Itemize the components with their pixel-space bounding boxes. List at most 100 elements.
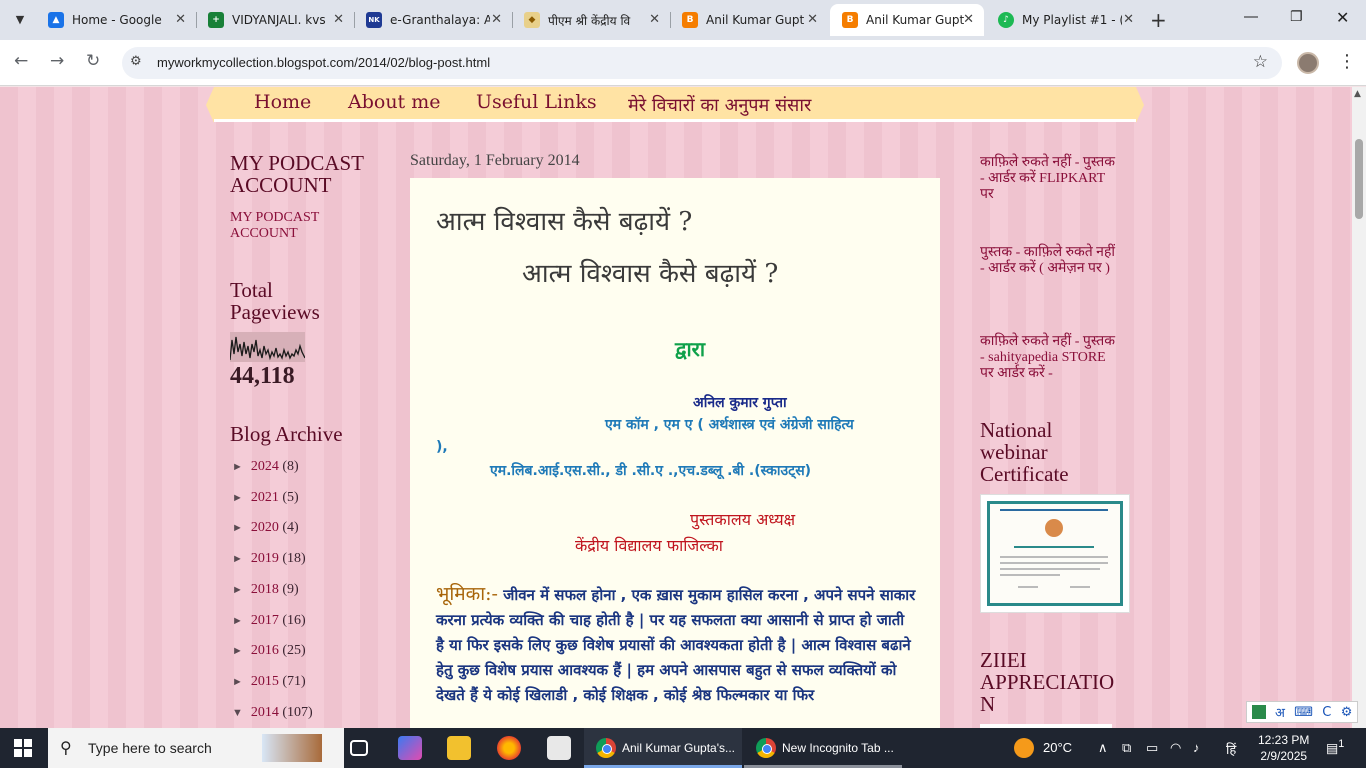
minimize-button[interactable]: ― (1244, 9, 1258, 25)
tab-pm-shri[interactable]: ◆ पीएम श्री केंद्रीय वि ✕ (512, 4, 670, 36)
task-view-icon[interactable] (350, 740, 368, 756)
windows-start-icon[interactable] (14, 739, 32, 757)
page-scrollbar[interactable]: ▲ (1352, 87, 1366, 728)
certificate-image[interactable] (980, 494, 1130, 613)
archive-item[interactable]: ► 2020 (4) (232, 520, 299, 536)
archive-item[interactable]: ► 2018 (9) (232, 582, 299, 598)
url-text[interactable]: myworkmycollection.blogspot.com/2014/02/… (157, 55, 490, 70)
nav-about-link[interactable]: About me (348, 91, 441, 113)
close-window-button[interactable]: ✕ (1336, 8, 1349, 27)
language-indicator[interactable]: हिं (1226, 740, 1236, 758)
archive-year-link[interactable]: 2019 (251, 551, 279, 566)
archive-year-link[interactable]: 2020 (251, 520, 279, 535)
sheets-icon: + (208, 12, 224, 28)
archive-year-link[interactable]: 2021 (251, 490, 279, 505)
close-icon[interactable]: ✕ (491, 12, 502, 27)
weather-icon[interactable] (1014, 738, 1034, 758)
new-tab-button[interactable]: + (1150, 8, 1167, 32)
flipkart-link[interactable]: काफ़िले रुकते नहीं - पुस्तक - आर्डर करें… (980, 155, 1120, 203)
volume-icon[interactable]: ♪ (1193, 740, 1200, 755)
archive-item[interactable]: ► 2021 (5) (232, 490, 299, 506)
ime-script[interactable]: अ (1275, 703, 1285, 721)
battery-icon[interactable]: ▭ (1146, 740, 1158, 756)
site-info-icon[interactable]: ⚙ (130, 54, 142, 69)
ime-toolbar[interactable]: अ ⌨ C ⚙ (1246, 701, 1358, 723)
close-icon[interactable]: ✕ (807, 12, 818, 27)
bookmark-star-icon[interactable]: ☆ (1253, 52, 1268, 72)
archive-item[interactable]: ► 2016 (25) (232, 643, 306, 659)
toggle-arrow-icon[interactable]: ► (232, 522, 243, 534)
amazon-link[interactable]: पुस्तक - काफ़िले रुकते नहीं - आर्डर करें… (980, 245, 1120, 277)
search-placeholder[interactable]: Type here to search (88, 740, 212, 756)
close-icon[interactable]: ✕ (1123, 12, 1134, 27)
weather-temp[interactable]: 20°C (1043, 740, 1072, 755)
ime-logo-icon (1251, 705, 1266, 719)
toggle-arrow-icon[interactable]: ► (232, 676, 243, 688)
archive-year-link[interactable]: 2015 (251, 674, 279, 689)
scroll-thumb[interactable] (1355, 139, 1363, 219)
meet-icon[interactable]: ⧉ (1122, 740, 1131, 756)
profile-avatar[interactable] (1297, 52, 1319, 74)
file-explorer-icon[interactable] (447, 736, 471, 760)
nav-home-link[interactable]: Home (254, 91, 311, 113)
nav-hindi-link[interactable]: मेरे विचारों का अनुपम संसार (628, 93, 811, 117)
nav-useful-links[interactable]: Useful Links (476, 91, 597, 113)
wifi-icon[interactable]: ◠ (1170, 740, 1181, 756)
tab-google-home[interactable]: ▲ Home - Google ✕ (36, 4, 196, 36)
reload-icon[interactable]: ↻ (86, 51, 100, 71)
toggle-arrow-icon[interactable]: ► (232, 492, 243, 504)
archive-item[interactable]: ► 2015 (71) (232, 674, 306, 690)
address-bar[interactable]: ⚙ myworkmycollection.blogspot.com/2014/0… (122, 47, 1282, 79)
archive-item[interactable]: ► 2017 (16) (232, 613, 306, 629)
ime-mode[interactable]: C (1322, 705, 1331, 720)
toggle-arrow-icon[interactable]: ► (232, 645, 243, 657)
clock[interactable]: 12:23 PM 2/9/2025 (1258, 732, 1309, 764)
keyboard-icon[interactable]: ⌨ (1294, 705, 1313, 720)
sahityapedia-link[interactable]: काफ़िले रुकते नहीं - पुस्तक - sahityaped… (980, 334, 1120, 382)
toggle-arrow-icon[interactable]: ► (232, 461, 243, 473)
calendar-app-icon[interactable] (547, 736, 571, 760)
tab-anil-kumar-1[interactable]: B Anil Kumar Gupt ✕ (670, 4, 828, 36)
restore-button[interactable]: ❐ (1290, 9, 1303, 25)
toggle-arrow-icon[interactable]: ▼ (232, 707, 243, 719)
chevron-down-icon: ▼ (15, 12, 25, 26)
toggle-arrow-icon[interactable]: ► (232, 553, 243, 565)
archive-year-link[interactable]: 2014 (251, 705, 279, 720)
taskbar-chrome-app[interactable]: Anil Kumar Gupta's... (584, 728, 742, 768)
archive-year-link[interactable]: 2017 (251, 613, 279, 628)
tab-search-button[interactable]: ▼ (8, 7, 32, 31)
tab-vidyanjali[interactable]: + VIDYANJALI. kvs ✕ (196, 4, 354, 36)
notification-icon[interactable]: ▤1 (1326, 738, 1344, 756)
archive-item[interactable]: ► 2019 (18) (232, 551, 306, 567)
taskbar-search[interactable]: ⚲ Type here to search (48, 728, 344, 768)
copilot-icon[interactable] (398, 736, 422, 760)
firefox-icon[interactable] (497, 736, 521, 760)
forward-icon[interactable]: → (50, 51, 64, 71)
chevron-up-icon[interactable]: ∧ (1098, 740, 1108, 756)
close-icon[interactable]: ✕ (175, 12, 186, 27)
back-icon[interactable]: ← (14, 51, 28, 71)
toggle-arrow-icon[interactable]: ► (232, 584, 243, 596)
archive-item[interactable]: ▼ 2014 (107) (232, 705, 313, 721)
archive-item[interactable]: ► 2024 (8) (232, 459, 299, 475)
nic-icon: NK (366, 12, 382, 28)
tab-anil-kumar-active[interactable]: B Anil Kumar Gupt ✕ (830, 4, 984, 36)
archive-year-link[interactable]: 2018 (251, 582, 279, 597)
gear-icon[interactable]: ⚙ (1341, 705, 1353, 720)
scroll-up-icon[interactable]: ▲ (1354, 89, 1361, 99)
close-icon[interactable]: ✕ (963, 12, 974, 27)
start-pane (24, 749, 32, 757)
taskbar-app-label: New Incognito Tab ... (782, 741, 894, 755)
archive-year-link[interactable]: 2024 (251, 459, 279, 474)
post-title[interactable]: आत्म विश्वास कैसे बढ़ायें ? (436, 202, 692, 238)
close-icon[interactable]: ✕ (333, 12, 344, 27)
tab-e-granthalaya[interactable]: NK e-Granthalaya: A ✕ (354, 4, 512, 36)
tab-label: Anil Kumar Gupt (866, 13, 965, 27)
taskbar-incognito-app[interactable]: New Incognito Tab ... (744, 728, 902, 768)
menu-dots-icon[interactable]: ⋮ (1338, 51, 1356, 72)
tab-spotify[interactable]: ♪ My Playlist #1 - ( ✕ (986, 4, 1144, 36)
archive-year-link[interactable]: 2016 (251, 643, 279, 658)
toggle-arrow-icon[interactable]: ► (232, 615, 243, 627)
close-icon[interactable]: ✕ (649, 12, 660, 27)
podcast-link[interactable]: MY PODCAST ACCOUNT (230, 210, 319, 242)
